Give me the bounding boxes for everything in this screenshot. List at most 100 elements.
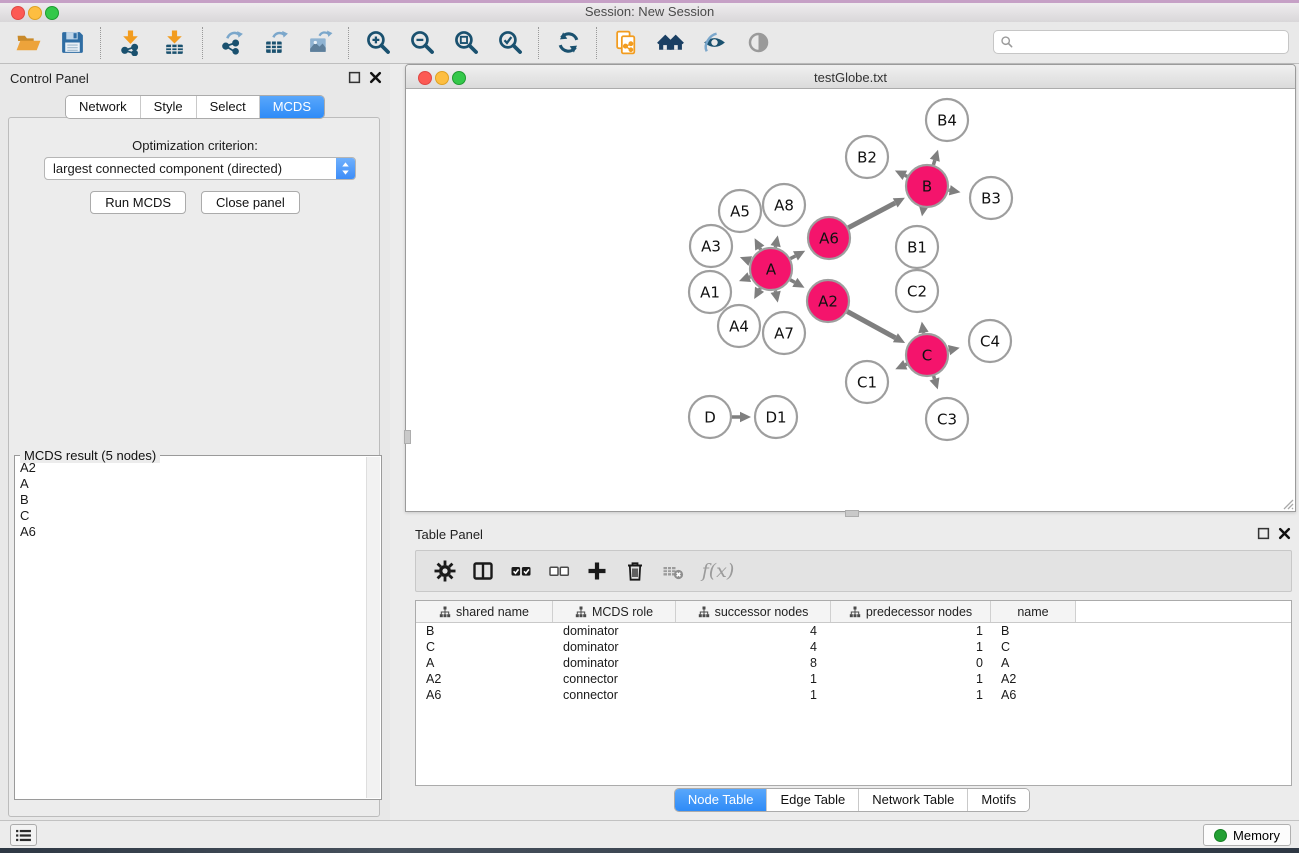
export-image-button[interactable] bbox=[298, 26, 342, 60]
node-B[interactable]: B bbox=[906, 165, 948, 207]
add-column-button[interactable] bbox=[578, 554, 616, 588]
close-mcds-panel-button[interactable]: Close panel bbox=[201, 191, 300, 214]
node-B2[interactable]: B2 bbox=[846, 136, 888, 178]
result-item[interactable]: B bbox=[16, 492, 366, 508]
task-history-button[interactable] bbox=[10, 824, 37, 846]
close-table-panel-button[interactable] bbox=[1278, 527, 1291, 540]
table-row[interactable]: A6connector11A6 bbox=[416, 687, 1291, 703]
node-A2[interactable]: A2 bbox=[807, 280, 849, 322]
edge-C-C2[interactable] bbox=[918, 322, 928, 334]
node-A6[interactable]: A6 bbox=[808, 217, 850, 259]
tab-select[interactable]: Select bbox=[197, 96, 260, 118]
float-panel-button[interactable] bbox=[348, 71, 361, 84]
column-header-successor-nodes[interactable]: successor nodes bbox=[676, 601, 831, 622]
node-A8[interactable]: A8 bbox=[763, 184, 805, 226]
table-row[interactable]: Cdominator41C bbox=[416, 639, 1291, 655]
column-header-predecessor-nodes[interactable]: predecessor nodes bbox=[831, 601, 991, 622]
vertical-scroll-nub[interactable] bbox=[404, 430, 411, 444]
tab-style[interactable]: Style bbox=[141, 96, 197, 118]
refresh-button[interactable] bbox=[546, 26, 590, 60]
edge-C-C4[interactable] bbox=[948, 345, 960, 355]
result-item[interactable]: C bbox=[16, 508, 366, 524]
clone-network-button[interactable] bbox=[604, 26, 648, 60]
network-canvas[interactable]: B4 B2 B B3 A8A5 A6 A3 B1 A A1 C2 A2 A4A7 C4 C C1 D D1 C3 bbox=[406, 89, 1295, 511]
tab-motifs[interactable]: Motifs bbox=[968, 789, 1029, 811]
edge-A-A1[interactable] bbox=[739, 272, 751, 282]
column-header-name[interactable]: name bbox=[991, 601, 1076, 622]
node-B3[interactable]: B3 bbox=[970, 177, 1012, 219]
tab-mcds[interactable]: MCDS bbox=[260, 96, 324, 118]
node-C2[interactable]: C2 bbox=[896, 270, 938, 312]
edge-C-C1[interactable] bbox=[895, 360, 907, 370]
uncheck-all-button[interactable] bbox=[540, 554, 578, 588]
zoom-in-button[interactable] bbox=[356, 26, 400, 60]
tab-node-table[interactable]: Node Table bbox=[675, 789, 768, 811]
desktop-wallpaper-strip bbox=[0, 848, 1299, 853]
edge-A-A2[interactable] bbox=[790, 278, 804, 288]
edge-B-B3[interactable] bbox=[949, 185, 961, 195]
node-D[interactable]: D bbox=[689, 396, 731, 438]
save-button[interactable] bbox=[50, 26, 94, 60]
table-row[interactable]: Adominator80A bbox=[416, 655, 1291, 671]
show-preview-button[interactable] bbox=[736, 26, 780, 60]
result-item[interactable]: A2 bbox=[16, 460, 366, 476]
node-A3[interactable]: A3 bbox=[690, 225, 732, 267]
horizontal-scroll-nub[interactable] bbox=[845, 510, 859, 517]
node-B4[interactable]: B4 bbox=[926, 99, 968, 141]
edge-B-B2[interactable] bbox=[895, 171, 907, 181]
node-B1[interactable]: B1 bbox=[896, 226, 938, 268]
edge-A2-C[interactable] bbox=[847, 312, 905, 344]
edge-D-D1[interactable] bbox=[732, 412, 751, 422]
delete-table-icon bbox=[661, 559, 685, 583]
export-table-button[interactable] bbox=[254, 26, 298, 60]
node-A4[interactable]: A4 bbox=[718, 305, 760, 347]
edge-A-A6[interactable] bbox=[790, 251, 805, 261]
result-scrollbar[interactable] bbox=[366, 457, 380, 798]
edge-A-A7[interactable] bbox=[771, 291, 781, 303]
node-A[interactable]: A bbox=[750, 248, 792, 290]
criterion-select[interactable]: largest connected component (directed) bbox=[44, 157, 356, 180]
edge-A6-B[interactable] bbox=[848, 198, 905, 228]
result-item[interactable]: A bbox=[16, 476, 366, 492]
import-table-button[interactable] bbox=[152, 26, 196, 60]
tab-network[interactable]: Network bbox=[66, 96, 141, 118]
table-row[interactable]: A2connector11A2 bbox=[416, 671, 1291, 687]
tab-network-table[interactable]: Network Table bbox=[859, 789, 968, 811]
node-C3[interactable]: C3 bbox=[926, 398, 968, 440]
resize-grip[interactable] bbox=[1280, 496, 1294, 510]
edge-A-A8[interactable] bbox=[771, 235, 781, 247]
node-A7[interactable]: A7 bbox=[763, 312, 805, 354]
column-header-shared-name[interactable]: shared name bbox=[416, 601, 553, 622]
zoom-out-button[interactable] bbox=[400, 26, 444, 60]
export-network-button[interactable] bbox=[210, 26, 254, 60]
home-button[interactable] bbox=[648, 26, 692, 60]
search-input[interactable] bbox=[1018, 32, 1288, 52]
node-A1[interactable]: A1 bbox=[689, 271, 731, 313]
memory-button[interactable]: Memory bbox=[1203, 824, 1291, 846]
open-folder-button[interactable] bbox=[6, 26, 50, 60]
hide-glyphs-button[interactable] bbox=[692, 26, 736, 60]
delete-column-button[interactable] bbox=[616, 554, 654, 588]
gear-button[interactable] bbox=[426, 554, 464, 588]
edge-B-B4[interactable] bbox=[930, 150, 940, 165]
close-panel-button[interactable] bbox=[369, 71, 382, 84]
float-table-panel-button[interactable] bbox=[1257, 527, 1270, 540]
edge-C-C3[interactable] bbox=[930, 376, 940, 389]
node-C4[interactable]: C4 bbox=[969, 320, 1011, 362]
cell-predecessor-nodes: 0 bbox=[831, 656, 991, 670]
result-item[interactable]: A6 bbox=[16, 524, 366, 540]
search-box[interactable] bbox=[993, 30, 1289, 54]
split-view-button[interactable] bbox=[464, 554, 502, 588]
zoom-selected-button[interactable] bbox=[488, 26, 532, 60]
node-A5[interactable]: A5 bbox=[719, 190, 761, 232]
import-network-button[interactable] bbox=[108, 26, 152, 60]
tab-edge-table[interactable]: Edge Table bbox=[767, 789, 859, 811]
node-D1[interactable]: D1 bbox=[755, 396, 797, 438]
node-C1[interactable]: C1 bbox=[846, 361, 888, 403]
column-header-MCDS-role[interactable]: MCDS role bbox=[553, 601, 676, 622]
check-all-button[interactable] bbox=[502, 554, 540, 588]
run-mcds-button[interactable]: Run MCDS bbox=[90, 191, 186, 214]
zoom-fit-button[interactable] bbox=[444, 26, 488, 60]
node-C[interactable]: C bbox=[906, 334, 948, 376]
table-row[interactable]: Bdominator41B bbox=[416, 623, 1291, 639]
